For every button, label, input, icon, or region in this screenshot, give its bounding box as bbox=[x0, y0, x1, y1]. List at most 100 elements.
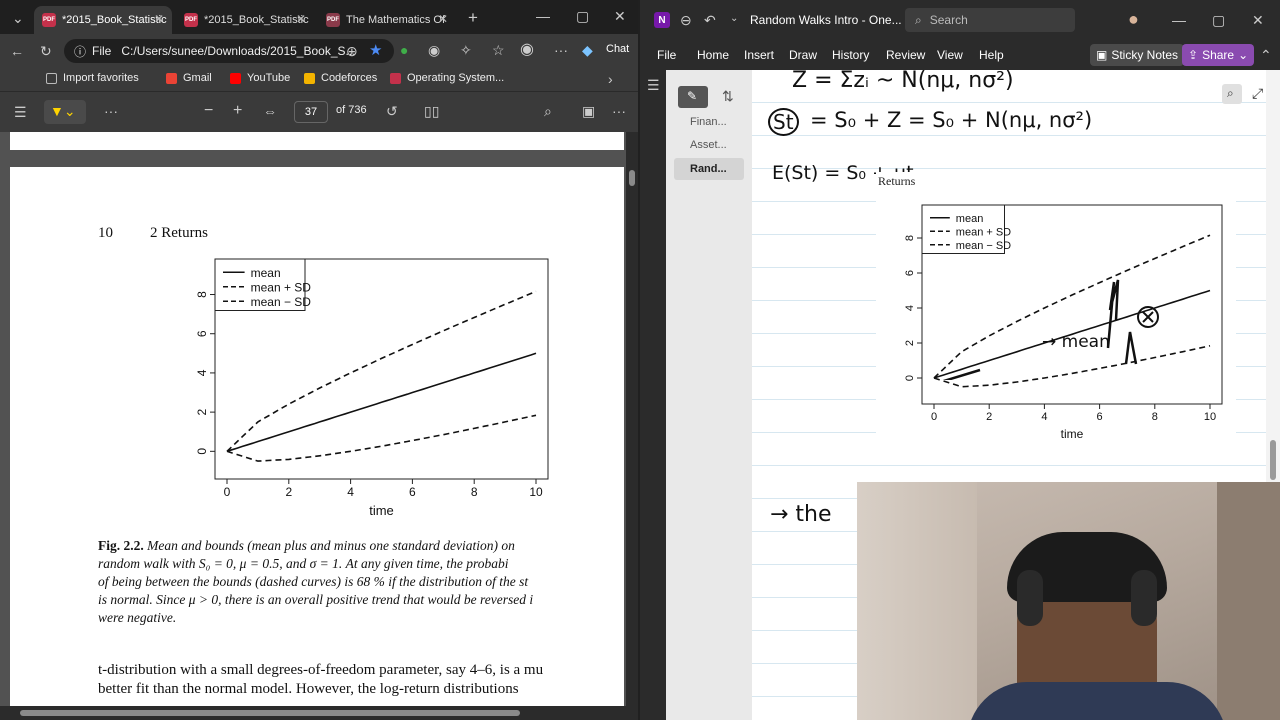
favorite-gmail[interactable]: Gmail bbox=[166, 72, 212, 84]
pdf-horizontal-scrollbar[interactable] bbox=[0, 706, 626, 720]
tab-title: The Mathematics Of bbox=[346, 14, 446, 26]
x-tick-label: 8 bbox=[471, 485, 478, 499]
close-tab-icon[interactable]: ✕ bbox=[154, 12, 164, 26]
tab-actions-icon[interactable]: ⌄ bbox=[12, 11, 24, 25]
refresh-icon[interactable]: ↻ bbox=[40, 44, 52, 58]
close-tab-icon[interactable]: ✕ bbox=[438, 12, 448, 26]
tab-pdf-1[interactable]: PDF *2015_Book_Statistic ✕ bbox=[34, 6, 172, 34]
maximize-button[interactable]: ▢ bbox=[1212, 12, 1225, 29]
fit-page-icon[interactable]: ⇔ bbox=[263, 104, 277, 118]
back-icon[interactable]: ← bbox=[10, 44, 24, 58]
sticky-notes-button[interactable]: ▣ Sticky Notes bbox=[1090, 44, 1185, 66]
page-view-icon[interactable]: ▯▯ bbox=[424, 104, 439, 118]
import-icon bbox=[46, 72, 57, 84]
ribbon-collapse-icon[interactable]: ⌃ bbox=[1260, 48, 1272, 62]
profile-avatar[interactable]: ◉ bbox=[520, 42, 534, 58]
favorite-operating-system[interactable]: Operating System... bbox=[390, 72, 504, 84]
chat-button[interactable]: Chat bbox=[606, 44, 629, 55]
x-tick-label: 4 bbox=[1041, 411, 1047, 423]
figure-caption: Fig. 2.2. Mean and bounds (mean plus and… bbox=[98, 537, 624, 627]
address-bar-row: ← ↻ ⓘ File C:/Users/sunee/Downloads/2015… bbox=[0, 34, 638, 68]
undo-icon[interactable]: ↶ bbox=[704, 13, 716, 27]
favorites-more-icon[interactable]: › bbox=[608, 72, 613, 86]
legend-label: mean bbox=[956, 213, 984, 225]
menu-insert[interactable]: Insert bbox=[744, 48, 774, 62]
share-icon: ⇪ bbox=[1188, 48, 1199, 62]
address-bar[interactable]: ⓘ File C:/Users/sunee/Downloads/2015_Boo… bbox=[64, 39, 394, 63]
favorite-codeforces[interactable]: Codeforces bbox=[304, 72, 377, 84]
pdf-file-icon: PDF bbox=[326, 13, 340, 27]
rotate-icon[interactable]: ↺ bbox=[386, 104, 398, 118]
search-icon[interactable]: ⌕ bbox=[544, 104, 552, 118]
search-box[interactable]: ⌕ Search bbox=[905, 8, 1075, 32]
minimize-button[interactable]: — bbox=[1172, 12, 1186, 28]
page-item-assets[interactable]: Asset... bbox=[674, 134, 744, 156]
body-text: t-distribution with a small degrees-of-f… bbox=[98, 661, 624, 699]
ink-sum-equation: Z = Σzᵢ ~ N(nμ, nσ²) bbox=[792, 70, 1014, 93]
favorites-icon[interactable]: ☆ bbox=[492, 43, 505, 57]
ribbon-menu: File Home Insert Draw History Review Vie… bbox=[640, 40, 1280, 70]
copilot-icon[interactable]: ◆ bbox=[582, 43, 593, 57]
fullscreen-icon[interactable]: ⤢ bbox=[1252, 86, 1263, 100]
menu-review[interactable]: Review bbox=[886, 48, 925, 62]
customize-icon[interactable]: ⌄ bbox=[730, 14, 738, 24]
more-tools-icon[interactable]: ··· bbox=[104, 104, 118, 118]
search-icon[interactable]: ⌕ bbox=[1222, 84, 1242, 104]
user-avatar[interactable]: ● bbox=[1128, 10, 1139, 28]
sticky-note-icon: ▣ bbox=[1096, 48, 1108, 62]
ink-slope-stroke bbox=[942, 368, 981, 380]
scrollbar-thumb[interactable] bbox=[20, 710, 520, 716]
headphone-icon bbox=[1017, 570, 1043, 626]
new-tab-button[interactable]: + bbox=[468, 9, 478, 26]
zoom-in-button[interactable]: + bbox=[233, 103, 242, 119]
pdf-file-icon: PDF bbox=[184, 13, 198, 27]
search-icon: ⌕ bbox=[915, 12, 922, 27]
close-tab-icon[interactable]: ✕ bbox=[296, 12, 306, 26]
save-icon[interactable]: ▣ bbox=[582, 104, 595, 118]
extension-icon[interactable]: ◉ bbox=[428, 43, 440, 57]
close-window-button[interactable]: ✕ bbox=[1252, 12, 1264, 29]
menu-home[interactable]: Home bbox=[697, 48, 729, 62]
tab-title: *2015_Book_Statistic bbox=[62, 14, 167, 26]
close-window-button[interactable]: ✕ bbox=[614, 8, 626, 25]
scrollbar-thumb[interactable] bbox=[1270, 440, 1276, 480]
zoom-icon[interactable]: ⊕ bbox=[346, 44, 358, 58]
minimize-button[interactable]: — bbox=[536, 8, 550, 24]
page-item-random-walks[interactable]: Rand... bbox=[674, 158, 744, 180]
pdf-vertical-scrollbar[interactable] bbox=[626, 132, 638, 706]
menu-file[interactable]: File bbox=[657, 48, 676, 62]
highlight-tool-button[interactable]: ▼⌄ bbox=[44, 100, 86, 124]
favorite-youtube[interactable]: YouTube bbox=[230, 72, 290, 84]
back-icon[interactable]: ⊖ bbox=[680, 13, 692, 27]
scrollbar-thumb[interactable] bbox=[629, 170, 635, 186]
menu-history[interactable]: History bbox=[832, 48, 869, 62]
menu-draw[interactable]: Draw bbox=[789, 48, 817, 62]
zoom-out-button[interactable]: − bbox=[204, 103, 213, 119]
menu-view[interactable]: View bbox=[937, 48, 963, 62]
x-tick-label: 6 bbox=[409, 485, 416, 499]
tab-pdf-3[interactable]: PDF The Mathematics Of ✕ bbox=[318, 6, 456, 34]
settings-more-icon[interactable]: ··· bbox=[612, 104, 626, 118]
share-label: Share bbox=[1202, 48, 1235, 62]
x-tick-label: 10 bbox=[529, 485, 543, 499]
hamburger-icon[interactable]: ☰ bbox=[647, 78, 660, 92]
pdf-viewer[interactable]: 10 2 Returns 0 2 4 6 8 10 0 2 4 6 8 time mean mean + … bbox=[0, 132, 626, 706]
extension-icon[interactable]: ● bbox=[400, 43, 408, 57]
add-page-icon[interactable]: ✎ bbox=[678, 86, 708, 108]
menu-help[interactable]: Help bbox=[979, 48, 1004, 62]
url-text: C:/Users/sunee/Downloads/2015_Book_S... bbox=[121, 44, 356, 58]
tab-pdf-2[interactable]: PDF *2015_Book_Statistic ✕ bbox=[176, 6, 314, 34]
favorite-star-icon[interactable]: ★ bbox=[369, 43, 382, 58]
tab-title: *2015_Book_Statistic bbox=[204, 14, 309, 26]
tab-strip: ⌄ PDF *2015_Book_Statistic ✕ PDF *2015_B… bbox=[0, 0, 638, 34]
extensions-icon[interactable]: ✧ bbox=[460, 43, 472, 57]
sort-icon[interactable]: ⇅ bbox=[722, 89, 734, 103]
page-item-finance[interactable]: Finan... bbox=[674, 111, 744, 133]
share-button[interactable]: ⇪ Share ⌄ bbox=[1182, 44, 1255, 66]
more-icon[interactable]: ··· bbox=[554, 43, 568, 57]
page-number-input[interactable]: 37 bbox=[294, 101, 328, 123]
maximize-button[interactable]: ▢ bbox=[576, 8, 589, 25]
contents-icon[interactable]: ☰ bbox=[14, 105, 27, 119]
caption-label: Fig. 2.2. bbox=[98, 538, 144, 553]
favorite-import[interactable]: Import favorites bbox=[46, 72, 139, 84]
